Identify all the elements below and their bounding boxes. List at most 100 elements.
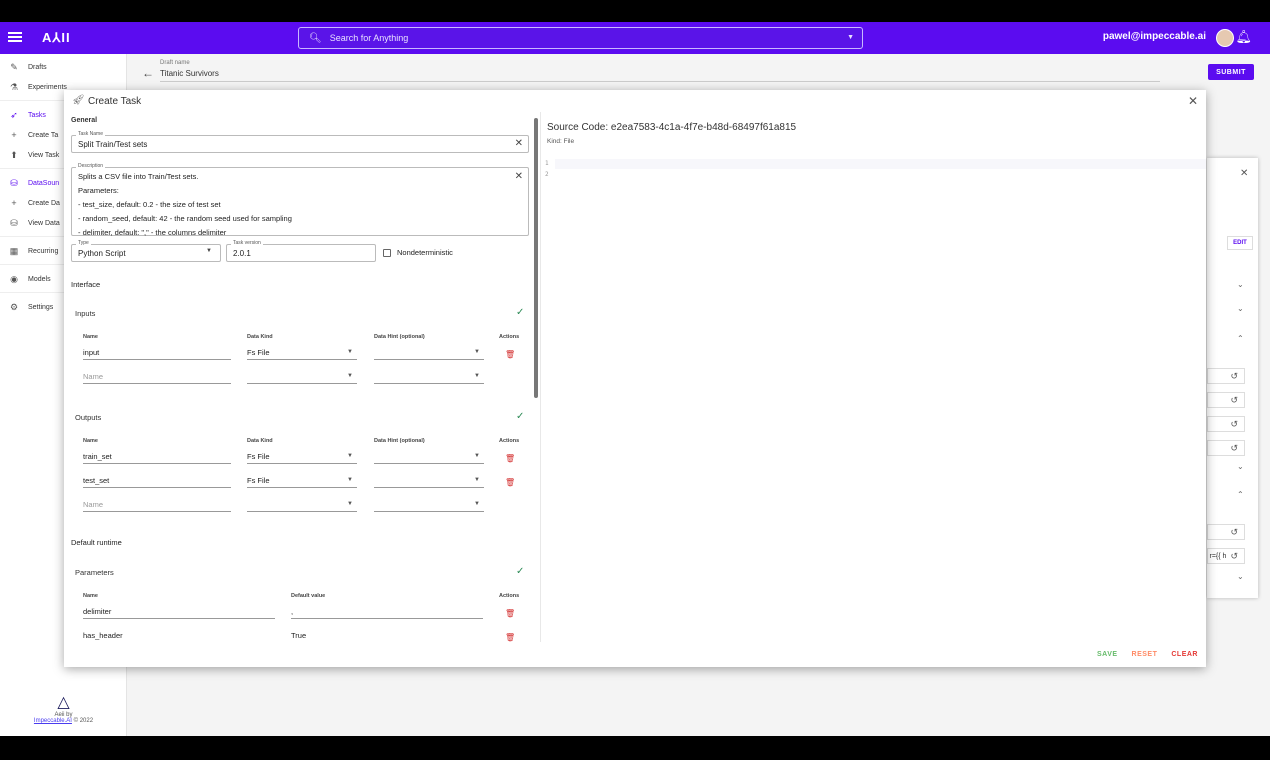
col-header-data-hint: Data Hint (optional) — [374, 334, 425, 340]
reset-button[interactable]: RESET — [1132, 651, 1158, 658]
close-icon[interactable]: ✕ — [1188, 94, 1198, 108]
edit-button[interactable]: EDIT — [1227, 236, 1253, 250]
output-name-field[interactable]: test_set — [83, 474, 231, 488]
new-output-name-field[interactable]: Name — [83, 498, 231, 512]
input-name-field[interactable]: input — [83, 346, 231, 360]
sidebar-item-drafts[interactable]: ✎ Drafts — [0, 58, 127, 76]
history-icon[interactable]: ↺ — [1207, 416, 1245, 432]
new-input-hint-select[interactable]: ▼ — [374, 370, 484, 384]
history-icon[interactable]: ↺ — [1207, 440, 1245, 456]
bell-icon[interactable]: 🔔︎ — [1235, 29, 1252, 45]
save-button[interactable]: SAVE — [1097, 651, 1118, 658]
output-kind-value: Fs File — [247, 452, 270, 461]
sidebar-footer: △ Aeii by Impeccable.AI © 2022 — [0, 694, 127, 724]
dialog-actions: SAVE RESET CLEAR — [1097, 651, 1198, 658]
dropdown-arrow-icon: ▼ — [347, 373, 353, 379]
chevron-down-icon[interactable]: ⌄ — [1237, 572, 1244, 581]
user-email[interactable]: pawel@impeccable.ai — [1103, 31, 1206, 42]
trash-icon[interactable]: 🗑︎ — [505, 633, 515, 642]
search-input[interactable]: 🔍︎ Search for Anything ▼ — [298, 27, 863, 49]
chevron-down-icon[interactable]: ⌄ — [1237, 462, 1244, 471]
new-input-kind-select[interactable]: ▼ — [247, 370, 357, 384]
gear-icon: ⚙ — [9, 301, 19, 312]
col-header-name: Name — [83, 593, 98, 599]
parameter-name-field[interactable]: delimiter — [83, 605, 275, 619]
clear-icon[interactable]: ✕ — [515, 138, 523, 149]
dropdown-arrow-icon: ▼ — [474, 477, 480, 483]
new-output-kind-select[interactable]: ▼ — [247, 498, 357, 512]
task-form: General Task Name Split Train/Test sets … — [64, 114, 536, 642]
draft-name-underline — [160, 81, 1160, 82]
history-icon[interactable]: ↺ — [1207, 524, 1245, 540]
parameter-value-field[interactable]: , — [291, 605, 483, 619]
chevron-down-icon[interactable]: ⌄ — [1237, 280, 1244, 289]
task-name-label: Task Name — [76, 131, 106, 137]
description-line: Splits a CSV file into Train/Test sets. — [78, 172, 199, 181]
check-icon: ✓ — [516, 411, 525, 422]
trash-icon[interactable]: 🗑︎ — [505, 350, 515, 359]
sidebar-item-label: View Data — [28, 219, 60, 227]
dialog-title: Create Task — [88, 96, 142, 107]
parameters-title: Parameters — [75, 568, 114, 577]
chevron-down-icon[interactable]: ⌄ — [1237, 304, 1244, 313]
col-header-actions: Actions — [499, 334, 520, 340]
draft-name-field[interactable]: Titanic Survivors — [160, 69, 219, 78]
dropdown-arrow-icon: ▼ — [474, 501, 480, 507]
output-name-field[interactable]: train_set — [83, 450, 231, 464]
clear-icon[interactable]: ✕ — [515, 171, 523, 182]
parameter-name-field[interactable]: has_header — [83, 629, 275, 642]
source-kind: Kind: File — [547, 138, 575, 145]
type-select[interactable]: Type Python Script ▼ — [71, 240, 221, 262]
dropdown-arrow-icon: ▼ — [347, 501, 353, 507]
flask-icon: ⚗ — [9, 81, 19, 92]
clear-button[interactable]: CLEAR — [1171, 651, 1198, 658]
dropdown-arrow-icon: ▼ — [474, 453, 480, 459]
col-header-default-value: Default value — [291, 593, 326, 599]
code-editor[interactable]: 1 2 — [541, 158, 1206, 182]
check-icon: ✓ — [516, 566, 525, 577]
trash-icon[interactable]: 🗑︎ — [505, 478, 515, 487]
description-line: - delimiter, default: "," - the columns … — [78, 228, 227, 237]
input-kind-select[interactable]: Fs File ▼ — [247, 346, 357, 360]
menu-icon[interactable] — [8, 30, 22, 44]
trash-icon[interactable]: 🗑︎ — [505, 609, 515, 618]
task-version-field[interactable]: Task version 2.0.1 — [226, 240, 376, 262]
task-name-field[interactable]: Task Name Split Train/Test sets ✕ — [71, 131, 529, 153]
app-logo[interactable]: A⅄II — [42, 30, 71, 46]
footer-link[interactable]: Impeccable.AI — [34, 718, 72, 724]
chevron-down-icon[interactable]: ▼ — [847, 34, 854, 41]
sidebar-item-label: Recurring — [28, 247, 59, 255]
type-label: Type — [76, 240, 91, 246]
history-icon[interactable]: r={{ h ↺ — [1207, 548, 1245, 564]
history-icon[interactable]: ↺ — [1207, 368, 1245, 384]
back-arrow-icon[interactable]: ← — [142, 66, 154, 80]
new-output-hint-select[interactable]: ▼ — [374, 498, 484, 512]
col-header-data-kind: Data Kind — [247, 334, 273, 340]
input-hint-select[interactable]: ▼ — [374, 346, 484, 360]
drafts-icon: ✎ — [10, 61, 18, 72]
output-kind-select[interactable]: Fs File ▼ — [247, 474, 357, 488]
background-panel: ✕ EDIT ⌄ ⌄ ⌃ ↺ ↺ ↺ ↺ ⌄ ⌃ ↺ r={{ h ↺ ⌄ — [1207, 158, 1258, 598]
trash-icon[interactable]: 🗑︎ — [505, 454, 515, 463]
nondeterministic-checkbox[interactable] — [383, 249, 391, 257]
output-hint-select[interactable]: ▼ — [374, 450, 484, 464]
source-code-pane: Source Code: e2ea7583-4c1a-4f7e-b48d-684… — [541, 114, 1206, 642]
close-icon[interactable]: ✕ — [1240, 168, 1248, 179]
description-field[interactable]: Description Splits a CSV file into Train… — [71, 163, 529, 237]
top-app-bar: A⅄II 🔍︎ Search for Anything ▼ pawel@impe… — [0, 22, 1270, 54]
new-input-name-field[interactable]: Name — [83, 370, 231, 384]
section-general-title: General — [71, 117, 98, 124]
sidebar-item-label: Create Ta — [28, 131, 59, 139]
output-hint-select[interactable]: ▼ — [374, 474, 484, 488]
form-scrollbar[interactable] — [534, 118, 538, 398]
dropdown-arrow-icon: ▼ — [206, 248, 212, 254]
chevron-up-icon[interactable]: ⌃ — [1237, 334, 1244, 343]
avatar[interactable] — [1216, 29, 1234, 47]
plus-icon: + — [11, 130, 17, 140]
chevron-up-icon[interactable]: ⌃ — [1237, 490, 1244, 499]
history-icon[interactable]: ↺ — [1207, 392, 1245, 408]
parameter-value-field[interactable]: True — [291, 629, 483, 642]
submit-button[interactable]: SUBMIT — [1208, 64, 1254, 80]
output-kind-select[interactable]: Fs File ▼ — [247, 450, 357, 464]
dropdown-arrow-icon: ▼ — [474, 373, 480, 379]
